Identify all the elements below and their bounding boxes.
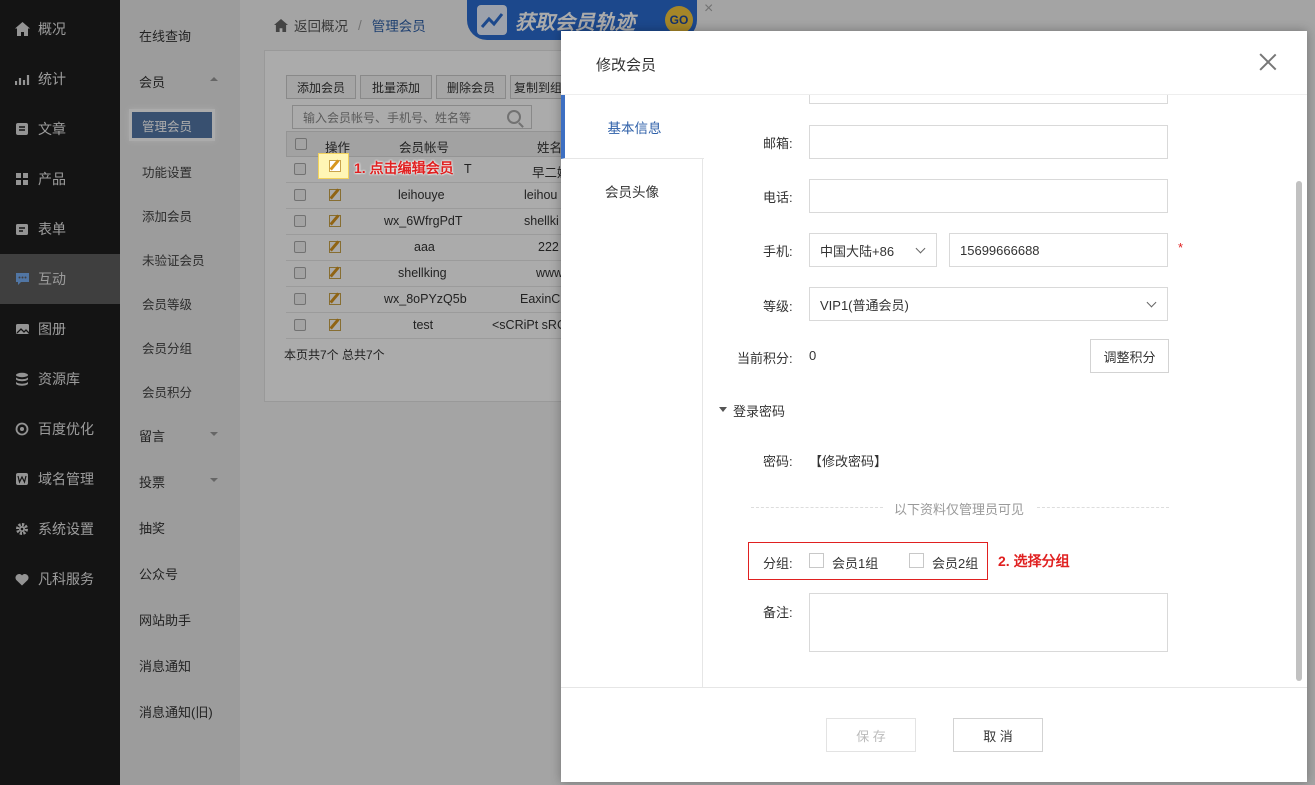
highlighted-edit-button[interactable] xyxy=(318,153,349,179)
annotation-click-edit: 1. 点击编辑会员 xyxy=(354,160,454,176)
change-password-link[interactable]: 【修改密码】 xyxy=(809,451,887,470)
remark-label: 备注: xyxy=(763,605,793,620)
group2-checkbox[interactable] xyxy=(909,553,924,568)
email-label: 邮箱: xyxy=(763,136,793,151)
mobile-value: 15699666688 xyxy=(960,242,1040,258)
group1-label[interactable]: 会员1组 xyxy=(832,553,878,572)
group-label: 分组: xyxy=(763,556,793,571)
dialog-footer-divider xyxy=(561,687,1307,688)
scrollbar-thumb[interactable] xyxy=(1296,181,1302,681)
mobile-field[interactable]: 15699666688 xyxy=(949,233,1168,267)
name-field-partial[interactable] xyxy=(809,95,1168,104)
group2-label[interactable]: 会员2组 xyxy=(932,553,978,572)
level-value: VIP1(普通会员) xyxy=(820,297,909,313)
admin-only-note: 以下资料仅管理员可见 xyxy=(894,502,1025,517)
password-section-toggle[interactable]: 登录密码 xyxy=(733,401,785,420)
points-label: 当前积分: xyxy=(737,351,793,366)
remark-textarea[interactable] xyxy=(809,593,1168,652)
mobile-label: 手机: xyxy=(763,244,793,259)
dialog-side-tabs: 基本信息 会员头像 xyxy=(561,95,704,687)
chevron-down-icon xyxy=(915,243,926,254)
chevron-down-icon xyxy=(1146,297,1157,308)
caret-down-icon[interactable] xyxy=(719,407,727,412)
save-button[interactable]: 保 存 xyxy=(826,718,916,752)
email-field[interactable] xyxy=(809,125,1168,159)
tab-basic-info[interactable]: 基本信息 xyxy=(561,95,704,159)
divider-right xyxy=(1037,507,1169,508)
dialog-title: 修改会员 xyxy=(596,57,657,74)
points-value: 0 xyxy=(809,348,817,363)
cancel-button[interactable]: 取 消 xyxy=(953,718,1043,752)
edit-icon xyxy=(329,160,341,172)
divider-left xyxy=(751,507,883,508)
group1-checkbox[interactable] xyxy=(809,553,824,568)
tab-avatar[interactable]: 会员头像 xyxy=(561,159,703,223)
level-select[interactable]: VIP1(普通会员) xyxy=(809,287,1168,321)
level-label: 等级: xyxy=(763,299,793,314)
required-mark: * xyxy=(1178,240,1184,255)
phone-field[interactable] xyxy=(809,179,1168,213)
dialog-scrollbar[interactable] xyxy=(1295,97,1303,685)
annotation-select-group: 2. 选择分组 xyxy=(998,553,1070,569)
mobile-region-select[interactable]: 中国大陆+86 xyxy=(809,233,937,267)
mobile-region-value: 中国大陆+86 xyxy=(820,243,895,259)
adjust-points-button[interactable]: 调整积分 xyxy=(1090,339,1169,373)
password-label: 密码: xyxy=(763,454,793,469)
close-icon[interactable] xyxy=(1259,53,1277,71)
phone-label: 电话: xyxy=(763,190,793,205)
